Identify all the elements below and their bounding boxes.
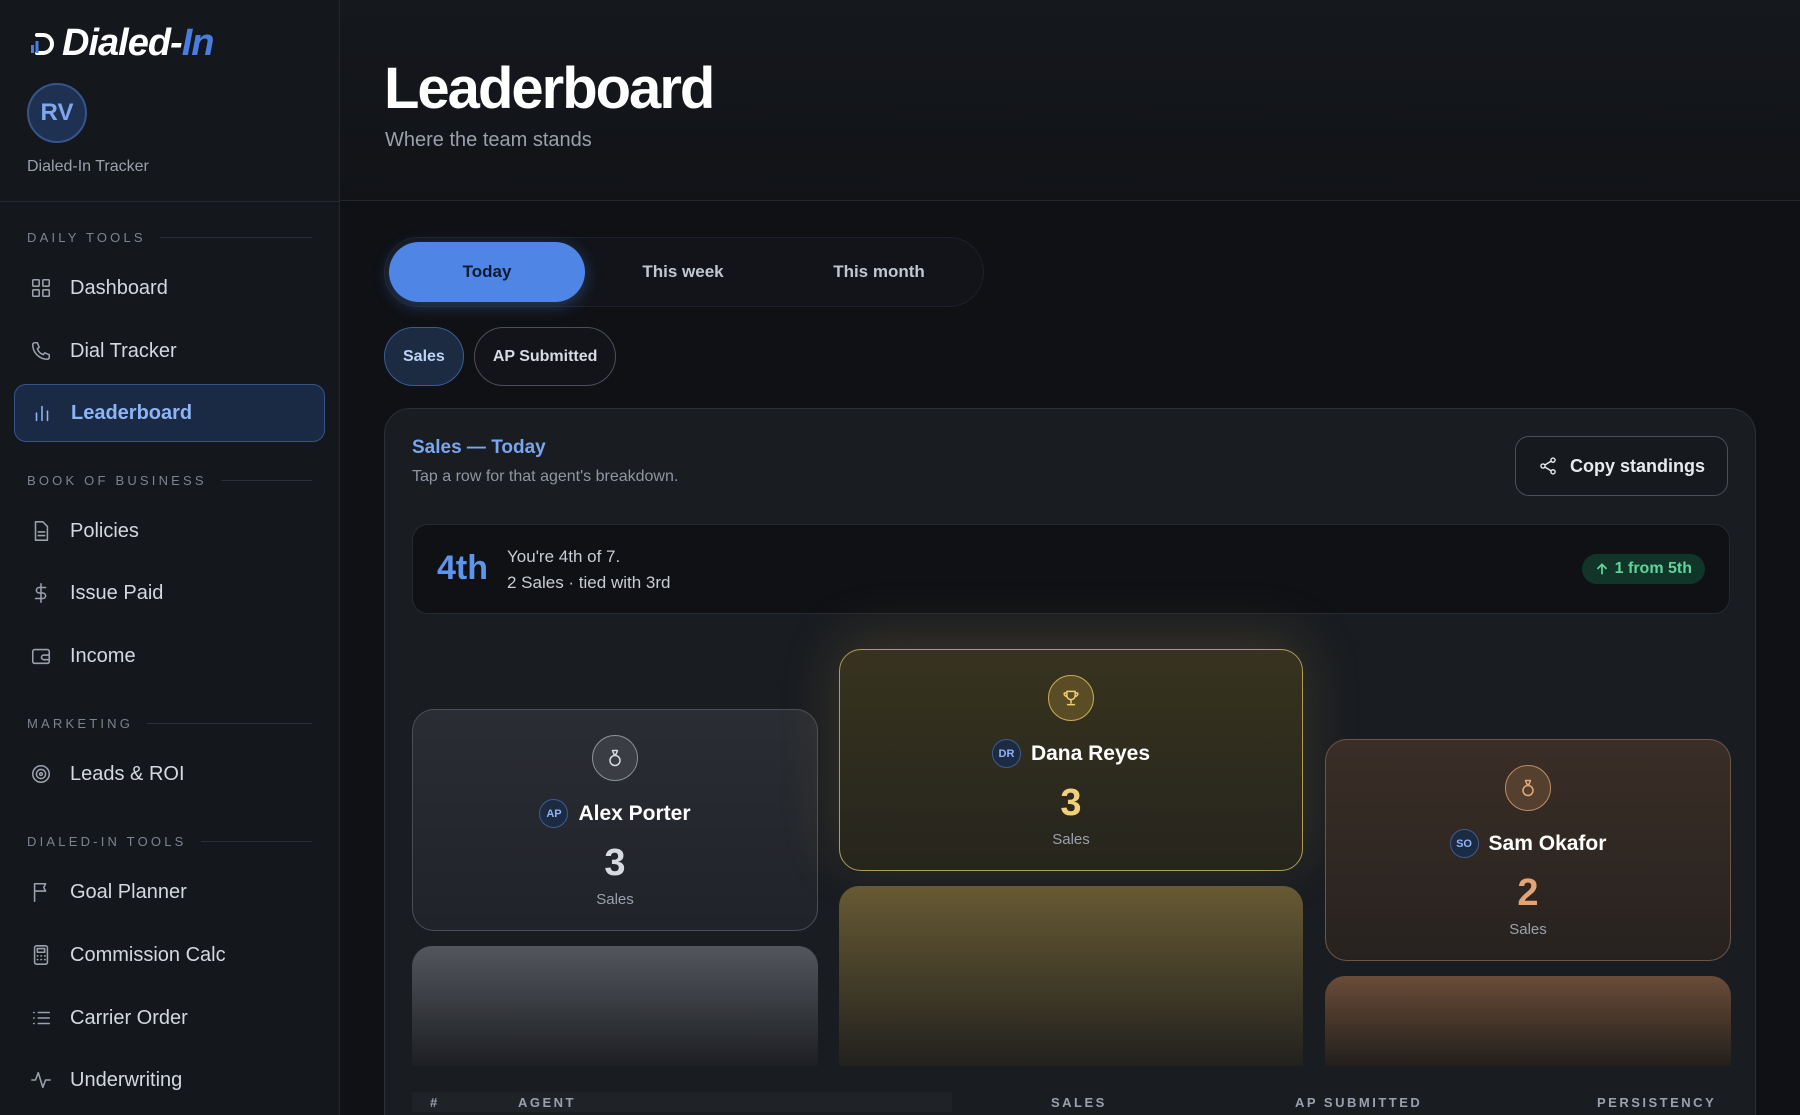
sidebar-item-policies[interactable]: Policies [14,502,325,560]
tab-this-month[interactable]: This month [781,242,977,302]
sidebar-item-dashboard[interactable]: Dashboard [14,259,325,317]
sidebar-item-label: Commission Calc [70,943,226,966]
metric-pills: Sales AP Submitted [384,327,617,386]
sidebar-item-carrier-order[interactable]: Carrier Order [14,989,325,1047]
app-root: Dialed-In RV Dialed-In Tracker DAILY TOO… [0,0,1800,1115]
sidebar-item-leads-roi[interactable]: Leads & ROI [14,745,325,803]
sidebar-item-label: Leaderboard [71,401,193,424]
sidebar-item-dial-tracker[interactable]: Dial Tracker [14,322,325,380]
agent-initials-badge: DR [991,739,1021,768]
sidebar-item-label: Goal Planner [70,880,187,903]
podium-first-place[interactable]: DR Dana Reyes 3 Sales [839,649,1303,871]
standings-table-header: # AGENT SALES AP SUBMITTED PERSISTENCY [412,1092,1730,1115]
main-content: Leaderboard Where the team stands Today … [340,0,1800,1115]
podium-third-place[interactable]: SO Sam Okafor 2 Sales [1325,739,1731,961]
grid-icon [31,278,51,298]
agent-score: 3 [1060,782,1082,824]
tab-today[interactable]: Today [389,242,585,302]
brand-name: Dialed-In [62,22,214,64]
section-label-daily-tools: DAILY TOOLS [27,230,312,245]
sidebar-item-underwriting[interactable]: Underwriting [14,1051,325,1109]
silver-medal-icon [592,735,638,781]
column-header-sales[interactable]: SALES [1051,1095,1107,1110]
arrow-up-icon [1596,563,1607,575]
agent-initials-badge: AP [539,799,569,828]
calculator-icon [33,945,49,965]
copy-standings-label: Copy standings [1569,455,1705,476]
copy-standings-button[interactable]: Copy standings [1514,436,1728,496]
my-rank-summary: You're 4th of 7. [507,547,621,566]
sidebar-item-income[interactable]: Income [14,627,325,685]
list-icon [32,1011,51,1025]
tab-this-week[interactable]: This week [585,242,781,302]
agent-name: Sam Okafor [1488,831,1607,855]
my-rank-banner: 4th You're 4th of 7. 2 Sales · tied with… [412,524,1730,614]
agent-score-unit: Sales [1052,831,1090,848]
document-icon [34,521,49,541]
agent-score-unit: Sales [596,891,634,908]
column-header-agent[interactable]: AGENT [518,1095,576,1110]
page-subtitle: Where the team stands [385,129,592,151]
section-label-book-of-business: BOOK OF BUSINESS [27,473,312,488]
trophy-icon [1048,675,1094,721]
sidebar-item-commission-calc[interactable]: Commission Calc [14,926,325,984]
sidebar-item-label: Policies [70,519,139,542]
my-rank-position: 4th [437,549,488,587]
sidebar-item-label: Leads & ROI [70,762,185,785]
rank-delta-badge: 1 from 5th [1581,554,1705,584]
agent-initials-badge: SO [1449,829,1479,858]
metric-pill-ap-submitted[interactable]: AP Submitted [473,327,617,386]
leaderboard-card: Sales — Today Tap a row for that agent's… [384,408,1756,1115]
dollar-icon [34,583,47,603]
card-subtitle: Tap a row for that agent's breakdown. [412,468,679,485]
agent-name: Dana Reyes [1030,741,1151,765]
agent-score: 3 [604,842,626,884]
sidebar-item-label: Carrier Order [70,1006,188,1029]
dialed-in-logo-icon [31,32,54,55]
share-icon [1540,457,1556,475]
profile-subtitle: Dialed-In Tracker [27,158,149,175]
header-highlight [412,1092,952,1112]
column-header-rank[interactable]: # [430,1095,440,1110]
phone-icon [31,341,51,361]
target-icon [31,764,51,784]
podium-base-first [839,886,1303,1066]
bar-chart-icon [35,405,49,422]
sidebar-item-label: Underwriting [70,1068,183,1091]
period-tabs: Today This week This month [384,237,984,307]
podium-second-place[interactable]: AP Alex Porter 3 Sales [412,709,818,931]
bronze-medal-icon [1505,765,1551,811]
sidebar-item-label: Income [70,644,136,667]
sidebar-item-label: Dashboard [70,276,168,299]
section-label-marketing: MARKETING [27,716,312,731]
avatar[interactable]: RV [27,83,87,143]
activity-icon [31,1071,51,1089]
metric-pill-sales[interactable]: Sales [384,327,464,386]
sidebar: Dialed-In RV Dialed-In Tracker DAILY TOO… [0,0,340,1115]
column-header-persistency[interactable]: PERSISTENCY [1597,1095,1716,1110]
flag-icon [33,882,47,902]
agent-score-unit: Sales [1509,921,1547,938]
podium-base-second [412,946,818,1066]
wallet-icon [31,648,51,665]
sidebar-item-label: Dial Tracker [70,339,177,362]
brand-logo[interactable]: Dialed-In [28,22,214,65]
column-header-ap-submitted[interactable]: AP SUBMITTED [1295,1095,1422,1110]
my-rank-detail: 2 Sales · tied with 3rd [507,573,671,592]
agent-name: Alex Porter [578,801,691,825]
podium-base-third [1325,976,1731,1066]
section-label-dialed-in-tools: DIALED-IN TOOLS [27,834,312,849]
sidebar-item-goal-planner[interactable]: Goal Planner [14,863,325,921]
sidebar-item-leaderboard[interactable]: Leaderboard [14,384,325,442]
sidebar-item-issue-paid[interactable]: Issue Paid [14,564,325,622]
page-title: Leaderboard [384,56,715,121]
page-header: Leaderboard Where the team stands [340,0,1800,201]
agent-score: 2 [1517,872,1539,914]
sidebar-item-label: Issue Paid [70,581,164,604]
card-title: Sales — Today [412,437,546,458]
sidebar-divider [0,201,340,202]
